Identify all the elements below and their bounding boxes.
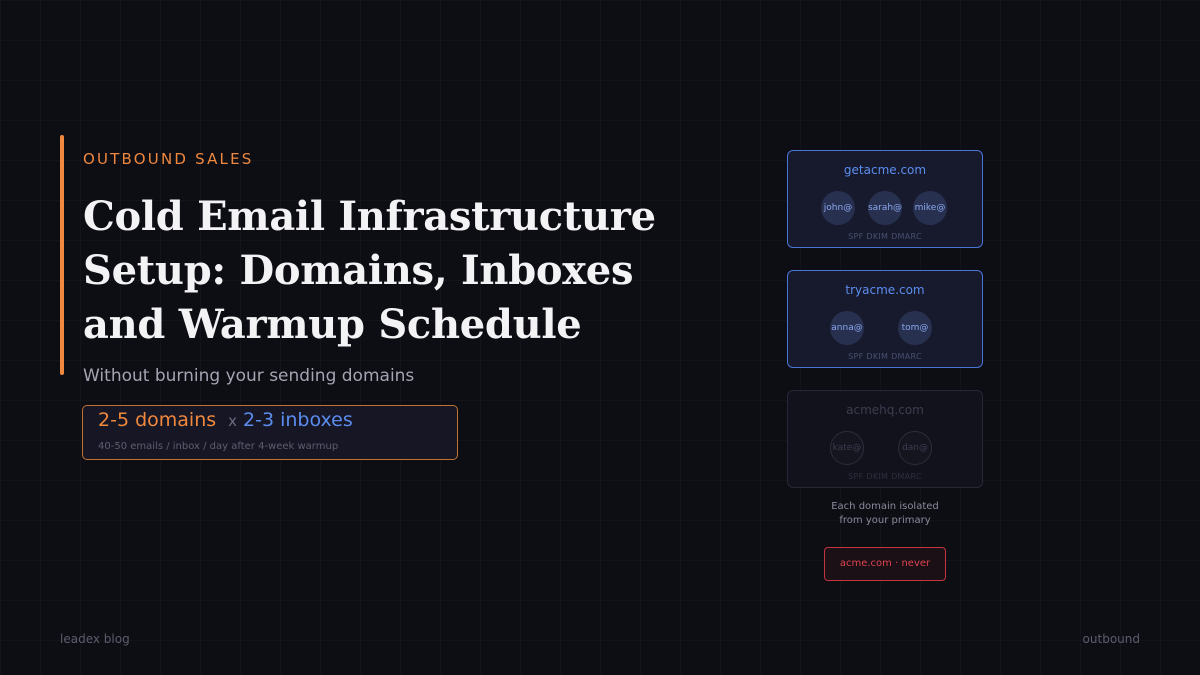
isolation-note-line: Each domain isolated: [831, 501, 939, 512]
inbox-avatar: anna@: [830, 311, 864, 345]
inbox-avatar: john@: [821, 191, 855, 225]
primary-domain-warning: acme.com · never: [824, 547, 946, 581]
domain-card-acmehq: acmehq.com kate@ dan@ SPF DKIM DMARC: [787, 390, 983, 488]
page-title: Cold Email Infrastructure Setup: Domains…: [83, 193, 656, 348]
domain-name: getacme.com: [843, 163, 927, 177]
multiply-sign: x: [228, 412, 238, 430]
sending-volume-note: 40-50 emails / inbox / day after 4-week …: [98, 441, 339, 452]
domain-name: acmehq.com: [846, 403, 924, 417]
inbox-avatar: sarah@: [868, 191, 902, 225]
stats-line: 2-5 domains x 2-3 inboxes: [98, 409, 353, 431]
isolation-note-line: from your primary: [839, 515, 931, 526]
footer-category: outbound: [1082, 632, 1140, 646]
inbox-avatar: dan@: [898, 431, 932, 465]
domain-name: tryacme.com: [845, 283, 925, 297]
domain-card-tryacme: tryacme.com anna@ tom@ SPF DKIM DMARC: [787, 270, 983, 368]
auth-records: SPF DKIM DMARC: [848, 232, 922, 241]
auth-records: SPF DKIM DMARC: [848, 352, 922, 361]
footer-brand: leadex blog: [60, 632, 130, 646]
category-label: OUTBOUND SALES: [83, 150, 254, 168]
inbox-avatar: kate@: [830, 431, 864, 465]
accent-bar: [60, 135, 64, 375]
inbox-avatar: tom@: [898, 311, 932, 345]
auth-records: SPF DKIM DMARC: [848, 472, 922, 481]
page-subtitle: Without burning your sending domains: [83, 366, 415, 386]
isolation-note: Each domain isolated from your primary: [787, 500, 983, 528]
stats-box: 2-5 domains x 2-3 inboxes 40-50 emails / i…: [82, 405, 458, 460]
inboxes-count: 2-3 inboxes: [243, 409, 353, 431]
domain-card-getacme: getacme.com john@ sarah@ mike@ SPF DKIM …: [787, 150, 983, 248]
domains-count: 2-5 domains: [98, 409, 217, 431]
inbox-avatar: mike@: [913, 191, 947, 225]
